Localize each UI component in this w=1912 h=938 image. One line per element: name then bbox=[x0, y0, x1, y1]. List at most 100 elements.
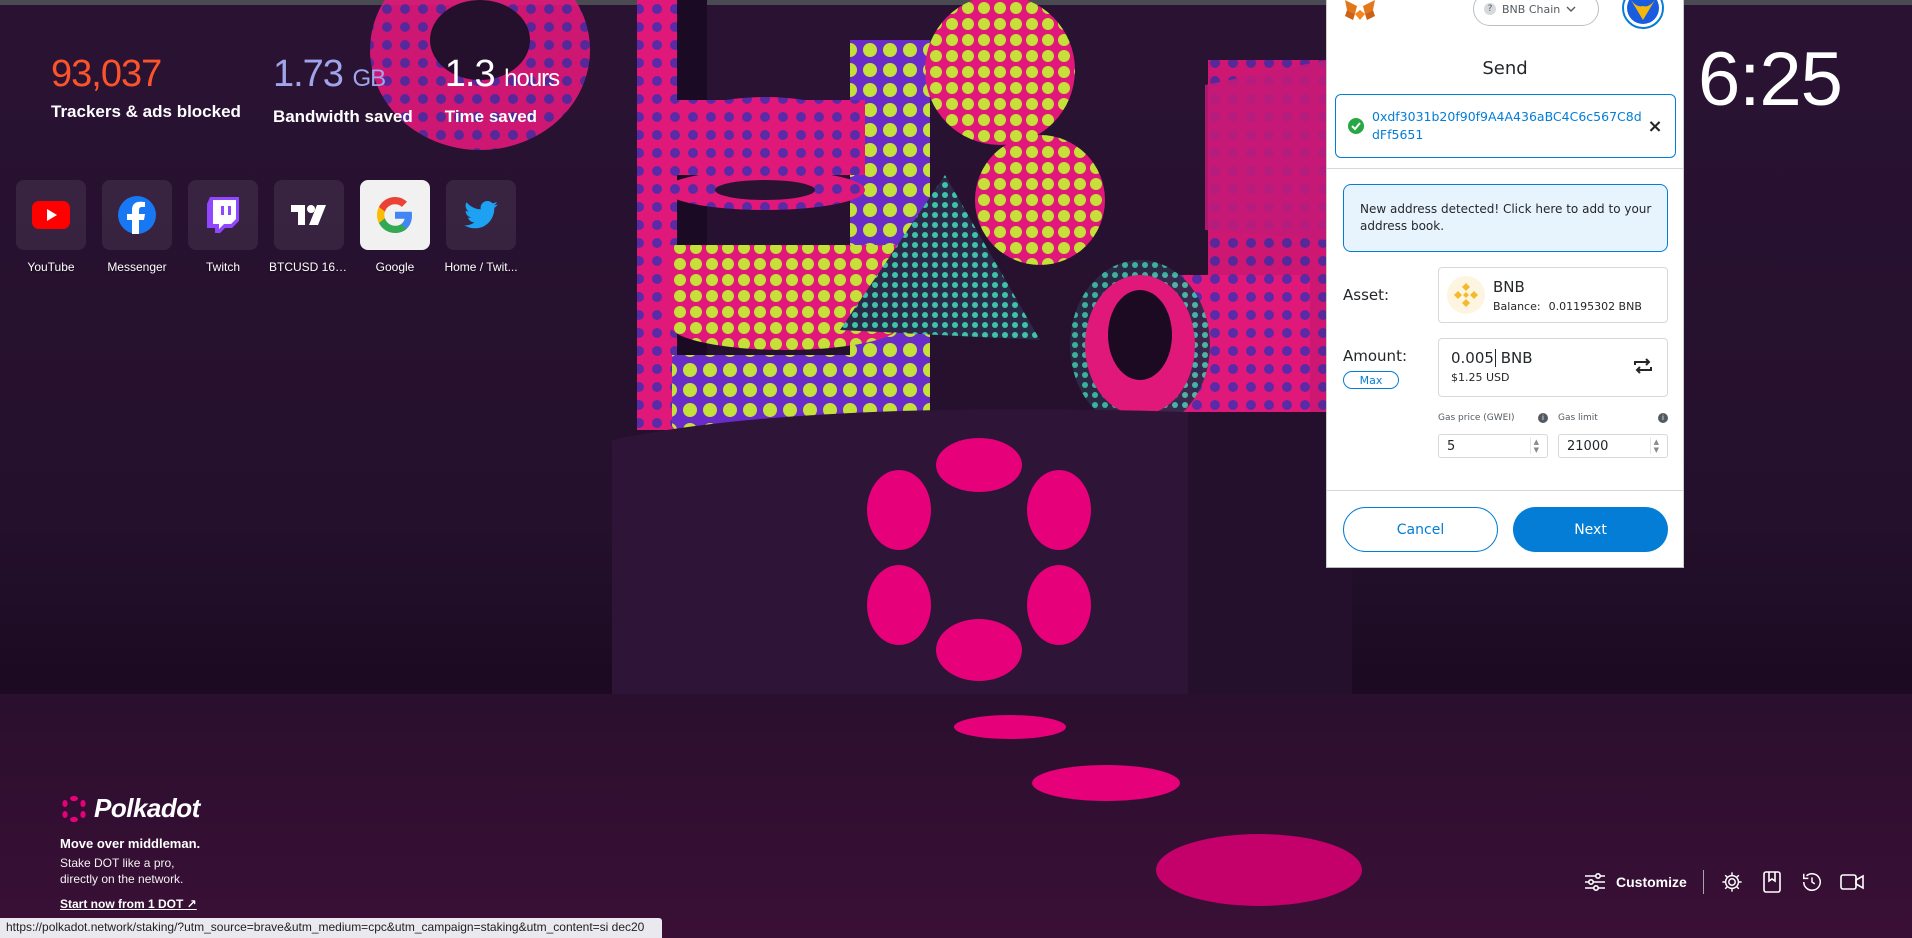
network-selector[interactable]: ? BNB Chain bbox=[1473, 0, 1599, 26]
balance-label: Balance: bbox=[1493, 299, 1541, 313]
twitter-tile[interactable] bbox=[446, 180, 516, 250]
history-icon bbox=[1802, 873, 1821, 891]
asset-balance: Balance: 0.01195302 BNB bbox=[1493, 300, 1642, 313]
top-site-label: Messenger bbox=[107, 260, 167, 274]
metamask-fox-icon bbox=[1345, 0, 1375, 20]
bottom-toolbar: Customize bbox=[1584, 868, 1880, 896]
bandwidth-unit: GB bbox=[352, 65, 386, 92]
sponsored-image-ad: Polkadot Move over middleman. Stake DOT … bbox=[60, 793, 200, 913]
ad-body: Stake DOT like a pro, directly on the ne… bbox=[60, 855, 200, 887]
top-site-label: Google bbox=[375, 260, 415, 274]
gas-limit-input[interactable]: 21000 ▲ ▼ bbox=[1558, 434, 1668, 458]
section-divider bbox=[1327, 168, 1683, 169]
bandwidth-value: 1.73 GB bbox=[272, 53, 386, 95]
metamask-popup: ? BNB Chain Send 0xdf3031b20f90f9A4A436a… bbox=[1326, 0, 1684, 568]
gas-limit-stepper[interactable]: ▲ ▼ bbox=[1649, 438, 1659, 454]
top-site-label: BTCUSD 168... bbox=[269, 260, 349, 274]
time-value: 1.3 hours bbox=[444, 53, 560, 95]
ad-cta-link[interactable]: Start now from 1 DOT ↗ bbox=[60, 897, 197, 911]
bookmark-icon bbox=[1762, 871, 1781, 893]
gas-price-label: Gas price (GWEI) bbox=[1438, 413, 1515, 423]
gas-limit-label: Gas limit bbox=[1558, 413, 1598, 423]
account-avatar-icon[interactable] bbox=[1621, 0, 1665, 30]
swap-currency-icon[interactable] bbox=[1633, 358, 1653, 374]
network-question-icon: ? bbox=[1484, 3, 1496, 15]
amount-label: Amount: bbox=[1343, 347, 1407, 365]
top-site-label: Home / Twit... bbox=[444, 260, 518, 274]
bnb-token-icon bbox=[1447, 276, 1485, 314]
gas-price-input[interactable]: 5 ▲ ▼ bbox=[1438, 434, 1548, 458]
gas-price-value: 5 bbox=[1447, 438, 1456, 454]
top-site-twitch[interactable]: Twitch bbox=[188, 180, 258, 274]
time-label: Time saved bbox=[444, 107, 538, 126]
brave-talk-button[interactable] bbox=[1839, 870, 1864, 894]
next-button[interactable]: Next bbox=[1513, 507, 1668, 552]
recipient-address-box[interactable]: 0xdf3031b20f90f9A4A436aBC4C6c567C8ddFf56… bbox=[1335, 94, 1676, 158]
amount-unit: BNB bbox=[1500, 349, 1533, 367]
top-site-label: YouTube bbox=[27, 260, 75, 274]
messenger-tile[interactable] bbox=[102, 180, 172, 250]
network-name: BNB Chain bbox=[1502, 2, 1561, 16]
status-bar-url: https://polkadot.network/staking/?utm_so… bbox=[0, 918, 662, 938]
amount-usd: $1.25 USD bbox=[1451, 371, 1510, 384]
settings-button[interactable] bbox=[1720, 870, 1744, 894]
clear-recipient-close-icon[interactable]: × bbox=[1645, 116, 1665, 137]
trackers-count: 93,037 bbox=[51, 53, 162, 95]
customize-button[interactable]: Customize bbox=[1584, 872, 1687, 892]
footer-divider bbox=[1327, 490, 1683, 491]
history-button[interactable] bbox=[1800, 870, 1824, 894]
asset-selector[interactable]: BNB Balance: 0.01195302 BNB bbox=[1438, 267, 1668, 323]
tradingview-tile[interactable] bbox=[274, 180, 344, 250]
time-unit: hours bbox=[504, 65, 560, 92]
youtube-tile[interactable] bbox=[16, 180, 86, 250]
max-button[interactable]: Max bbox=[1343, 371, 1399, 389]
video-icon bbox=[1839, 874, 1864, 890]
bookmarks-button[interactable] bbox=[1760, 870, 1784, 894]
chevron-down-icon bbox=[1566, 6, 1576, 12]
top-site-youtube[interactable]: YouTube bbox=[16, 180, 86, 274]
google-icon bbox=[377, 197, 412, 233]
bandwidth-stat: 1.73 GB Bandwidth saved bbox=[273, 52, 413, 127]
amount-value[interactable]: 0.005 BNB bbox=[1451, 349, 1655, 367]
clock: 6:25 bbox=[1698, 37, 1843, 122]
gear-icon bbox=[1722, 872, 1742, 892]
top-site-twitter[interactable]: Home / Twit... bbox=[444, 180, 518, 274]
brand-name: Polkadot bbox=[94, 793, 200, 823]
asset-name: BNB bbox=[1493, 277, 1525, 296]
top-site-tradingview[interactable]: BTCUSD 168... bbox=[269, 180, 349, 274]
google-tile[interactable] bbox=[360, 180, 430, 250]
polkadot-logo-icon bbox=[62, 795, 86, 822]
top-sites: YouTube Messenger Twitch BTCUSD 168... G… bbox=[16, 180, 518, 274]
top-site-google[interactable]: Google bbox=[360, 180, 430, 274]
twitter-icon bbox=[464, 201, 498, 229]
amount-input[interactable]: 0.005 BNB $1.25 USD bbox=[1438, 338, 1668, 397]
ad-headline: Move over middleman. bbox=[60, 836, 201, 851]
brave-stats: 93,037 Trackers & ads blocked 1.73 GB Ba… bbox=[51, 52, 560, 127]
bandwidth-label: Bandwidth saved bbox=[272, 107, 413, 126]
facebook-icon bbox=[118, 196, 156, 234]
twitch-icon bbox=[207, 197, 239, 233]
trackers-label: Trackers & ads blocked bbox=[51, 102, 241, 121]
twitch-tile[interactable] bbox=[188, 180, 258, 250]
toolbar-divider bbox=[1702, 870, 1704, 894]
gas-limit-value: 21000 bbox=[1567, 438, 1609, 454]
trackers-stat: 93,037 Trackers & ads blocked bbox=[51, 52, 241, 127]
asset-info: BNB Balance: 0.01195302 BNB bbox=[1493, 278, 1642, 313]
polkadot-brand: Polkadot bbox=[60, 793, 200, 824]
gas-price-stepper[interactable]: ▲ ▼ bbox=[1529, 438, 1539, 454]
sliders-icon bbox=[1585, 872, 1605, 892]
new-address-notice[interactable]: New address detected! Click here to add … bbox=[1343, 184, 1668, 252]
top-site-messenger[interactable]: Messenger bbox=[102, 180, 172, 274]
asset-label: Asset: bbox=[1343, 286, 1390, 304]
time-stat: 1.3 hours Time saved bbox=[444, 52, 560, 127]
ad-body-line: directly on the network. bbox=[60, 872, 184, 886]
gas-price-info-icon[interactable]: i bbox=[1538, 413, 1548, 423]
metamask-header: ? BNB Chain bbox=[1327, 0, 1683, 34]
gas-limit-info-icon[interactable]: i bbox=[1658, 413, 1668, 423]
cancel-button[interactable]: Cancel bbox=[1343, 507, 1498, 552]
ad-body-line: Stake DOT like a pro, bbox=[60, 856, 175, 870]
youtube-icon bbox=[32, 201, 70, 229]
recipient-address: 0xdf3031b20f90f9A4A436aBC4C6c567C8ddFf56… bbox=[1372, 109, 1642, 142]
send-title: Send bbox=[1482, 58, 1528, 79]
customize-label: Customize bbox=[1616, 874, 1687, 890]
